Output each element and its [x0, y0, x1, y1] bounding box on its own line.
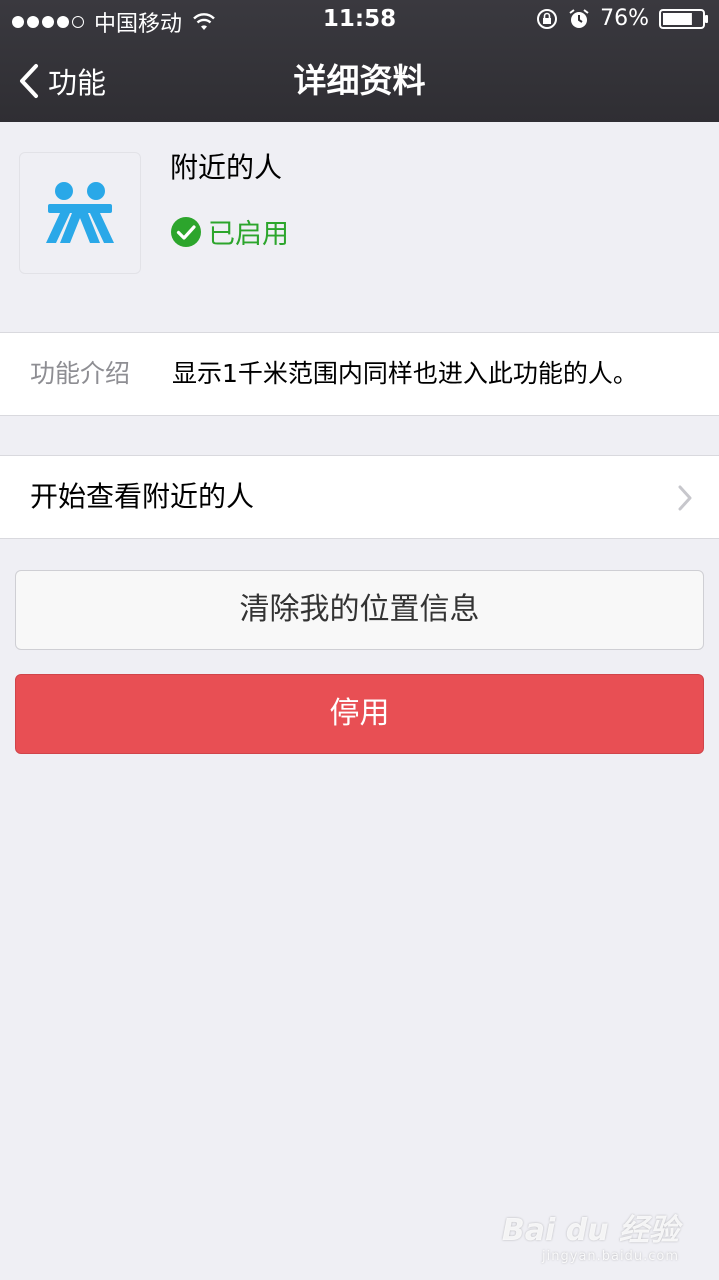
rotation-lock-icon: [537, 8, 558, 29]
disable-button[interactable]: 停用: [15, 674, 704, 754]
alarm-icon: [569, 8, 589, 28]
watermark-url: jingyan.baidu.com: [542, 1249, 679, 1264]
back-button-label: 功能: [48, 66, 107, 100]
status-bar: 中国移动 11:58 76%: [0, 0, 719, 40]
feature-icon-tile: [19, 152, 141, 274]
wifi-icon: [193, 13, 215, 30]
watermark-logo: Bai du 经验: [501, 1213, 679, 1248]
feature-status: 已启用: [170, 212, 289, 251]
carrier-name: 中国移动: [94, 12, 183, 37]
start-viewing-label: 开始查看附近的人: [30, 480, 255, 513]
battery-percentage: 76%: [600, 6, 649, 31]
navigation-bar: 功能 详细资料: [0, 40, 719, 122]
status-label: 已启用: [208, 219, 289, 250]
chevron-right-icon: [678, 485, 692, 511]
battery-icon: [659, 8, 708, 29]
intro-row: 功能介绍 显示1千米范围内同样也进入此功能的人。: [0, 332, 719, 416]
feature-name: 附近的人: [170, 151, 283, 184]
people-nearby-icon: [46, 182, 114, 243]
chevron-left-icon: [20, 64, 38, 98]
intro-label: 功能介绍: [30, 359, 131, 388]
back-button[interactable]: 功能: [18, 40, 106, 122]
start-viewing-row[interactable]: 开始查看附近的人: [0, 455, 719, 539]
top-bar: 中国移动 11:58 76% 功能 详细资料: [0, 0, 719, 122]
check-circle-icon: [171, 216, 201, 247]
page-title: 详细资料: [293, 61, 426, 100]
watermark: Bai du 经验 jingyan.baidu.com: [502, 1205, 679, 1264]
intro-text: 显示1千米范围内同样也进入此功能的人。: [172, 359, 638, 388]
clear-location-button[interactable]: 清除我的位置信息: [15, 570, 704, 650]
signal-strength-icon: [12, 16, 84, 28]
